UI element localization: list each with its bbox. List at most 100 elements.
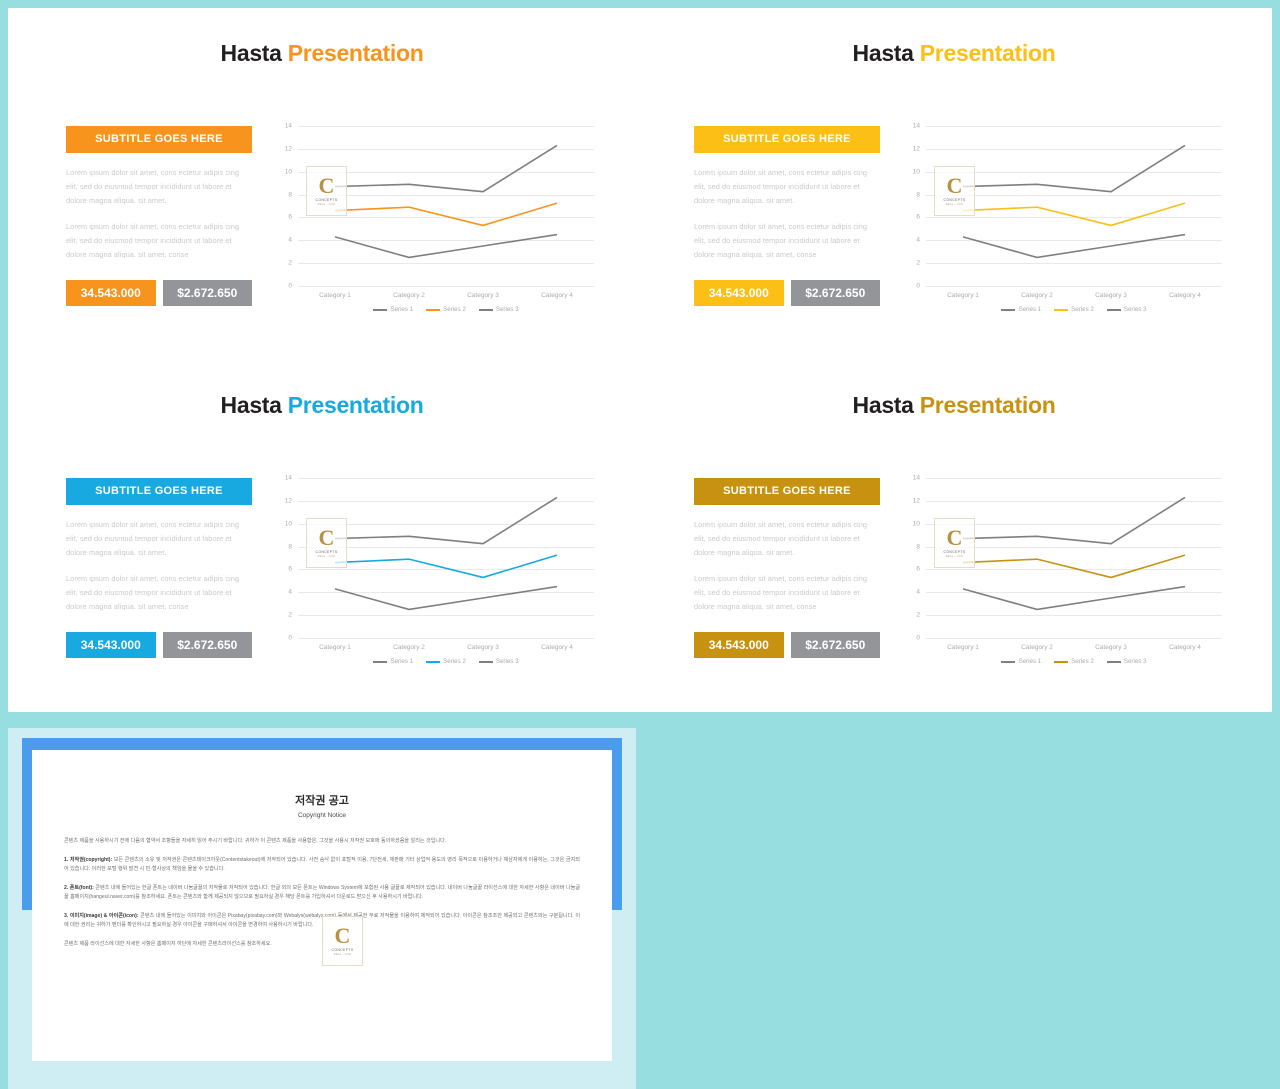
legend-swatch-icon (426, 308, 441, 311)
chart-series-line-2 (962, 554, 1186, 579)
y-axis-tick-label: 8 (288, 543, 292, 551)
title-accent: Presentation (287, 392, 424, 418)
watermark-line-1: CONCEPTS (315, 198, 338, 202)
watermark-line-2: REAL . LIFE (333, 953, 352, 956)
slide-copyright-notice[interactable]: 저작권 공고 Copyright Notice 콘텐츠 제품을 사용하시기 전에… (8, 728, 636, 1089)
chart-series-line-1 (334, 496, 558, 545)
line-chart[interactable]: 0 2 4 6 8 10 12 14 Category 1 Category 2 Category … (270, 472, 600, 672)
legend-item-2[interactable]: Series 2 (426, 306, 466, 313)
copyright-section-1-text: 모든 콘텐츠의 소유 및 저작권은 콘텐츠테이크아웃(Contentstakeo… (64, 856, 580, 873)
legend-item-2[interactable]: Series 2 (426, 658, 466, 665)
left-column: SUBTITLE GOES HERE Lorem ipsum dolor sit… (694, 126, 880, 306)
slide-orange[interactable]: Hasta Presentation SUBTITLE GOES HERE Lo… (8, 8, 636, 360)
badge-secondary[interactable]: $2.672.650 (790, 280, 880, 306)
legend-item-2[interactable]: Series 2 (1054, 306, 1094, 313)
x-axis-tick-label: Category 1 (319, 292, 351, 299)
slide-gold[interactable]: Hasta Presentation SUBTITLE GOES HERE Lo… (636, 360, 1272, 712)
watermark-line-2: REAL . LIFE (317, 555, 336, 558)
chart-legend: Series 1 Series 2 Series 3 (298, 658, 594, 665)
y-axis-tick-label: 14 (284, 122, 292, 130)
badge-primary[interactable]: 34.543.000 (66, 632, 156, 658)
chart-gridline: 0 (916, 635, 1222, 642)
body-paragraph-2: Lorem ipsum dolor sit amet, cons ectetur… (694, 574, 868, 611)
y-axis-tick-label: 6 (916, 565, 920, 573)
legend-item-1[interactable]: Series 1 (373, 658, 413, 665)
legend-item-1[interactable]: Series 1 (1001, 306, 1041, 313)
legend-label: Series 2 (1071, 306, 1094, 313)
legend-item-3[interactable]: Series 3 (478, 306, 519, 313)
body-paragraph-2: Lorem ipsum dolor sit amet, cons ectetur… (66, 222, 240, 259)
title-accent: Presentation (919, 40, 1056, 66)
chart-series-line-1 (962, 496, 1186, 545)
y-axis-tick-label: 0 (288, 282, 292, 290)
line-chart[interactable]: 0 2 4 6 8 10 12 14 Category 1 Category 2 Category … (270, 120, 600, 320)
y-axis-tick-label: 4 (288, 588, 292, 596)
y-axis-tick-label: 10 (284, 168, 292, 176)
x-axis-labels: Category 1 Category 2 Category 3 Category 4 (298, 644, 594, 651)
legend-item-1[interactable]: Series 1 (373, 306, 413, 313)
line-chart[interactable]: 0 2 4 6 8 10 12 14 Category 1 Category 2 Category … (898, 472, 1228, 672)
watermark-logo: C CONCEPTS REAL . LIFE (322, 916, 363, 966)
legend-label: Series 3 (1123, 306, 1147, 313)
badge-secondary[interactable]: $2.672.650 (162, 280, 252, 306)
chart-series-line-2 (962, 202, 1186, 227)
legend-label: Series 2 (443, 306, 466, 313)
watermark-letter: C (946, 173, 963, 198)
badge-primary[interactable]: 34.543.000 (694, 632, 784, 658)
y-axis-tick-label: 4 (288, 236, 292, 244)
subtitle-bar[interactable]: SUBTITLE GOES HERE (66, 126, 252, 153)
page-title: Hasta Presentation (636, 392, 1272, 419)
x-axis-tick-label: Category 3 (1095, 292, 1127, 299)
legend-item-3[interactable]: Series 3 (478, 658, 519, 665)
copyright-section-2-label: 2. 폰트(font): (64, 884, 94, 891)
y-axis-tick-label: 2 (288, 259, 292, 267)
watermark-letter: C (318, 173, 335, 198)
legend-swatch-icon (373, 660, 388, 663)
badge-primary[interactable]: 34.543.000 (66, 280, 156, 306)
watermark-line-2: REAL . LIFE (945, 203, 964, 206)
y-axis-tick-label: 12 (912, 497, 920, 505)
line-chart[interactable]: 0 2 4 6 8 10 12 14 Category 1 Category 2 Category … (898, 120, 1228, 320)
x-axis-tick-label: Category 3 (1095, 644, 1127, 651)
x-axis-tick-label: Category 3 (467, 644, 499, 651)
slide-yellow[interactable]: Hasta Presentation SUBTITLE GOES HERE Lo… (636, 8, 1272, 360)
y-axis-tick-label: 0 (916, 634, 920, 642)
subtitle-bar[interactable]: SUBTITLE GOES HERE (694, 478, 880, 505)
legend-item-3[interactable]: Series 3 (1106, 306, 1147, 313)
badge-secondary[interactable]: $2.672.650 (162, 632, 252, 658)
page-title: Hasta Presentation (8, 40, 636, 67)
legend-item-2[interactable]: Series 2 (1054, 658, 1094, 665)
legend-label: Series 3 (495, 306, 519, 313)
legend-label: Series 1 (1018, 658, 1042, 665)
legend-item-1[interactable]: Series 1 (1001, 658, 1041, 665)
subtitle-bar[interactable]: SUBTITLE GOES HERE (66, 478, 252, 505)
x-axis-tick-label: Category 2 (393, 292, 425, 299)
y-axis-tick-label: 4 (916, 236, 920, 244)
slide-blue[interactable]: Hasta Presentation SUBTITLE GOES HERE Lo… (8, 360, 636, 712)
watermark-logo: C CONCEPTS REAL . LIFE (306, 166, 347, 216)
x-axis-labels: Category 1 Category 2 Category 3 Category 4 (298, 292, 594, 299)
x-axis-tick-label: Category 1 (947, 644, 979, 651)
title-dark: Hasta (220, 392, 282, 418)
y-axis-tick-label: 2 (916, 259, 920, 267)
chart-gridline: 0 (288, 635, 594, 642)
badge-row: 34.543.000 $2.672.650 (66, 632, 252, 658)
badge-secondary[interactable]: $2.672.650 (790, 632, 880, 658)
watermark-line-1: CONCEPTS (943, 550, 966, 554)
legend-label: Series 1 (1018, 306, 1042, 313)
badge-primary[interactable]: 34.543.000 (694, 280, 784, 306)
title-dark: Hasta (852, 392, 914, 418)
chart-series-line-2 (334, 554, 558, 579)
chart-series-line-1 (962, 144, 1186, 193)
x-axis-tick-label: Category 1 (319, 644, 351, 651)
x-axis-tick-label: Category 1 (947, 292, 979, 299)
copyright-section-2-text: 콘텐츠 내에 들어있는 한글 폰트는 네이버 나눔글꼴의 저작물로 저작되어 있… (64, 884, 580, 901)
legend-label: Series 1 (390, 658, 414, 665)
subtitle-bar[interactable]: SUBTITLE GOES HERE (694, 126, 880, 153)
legend-item-3[interactable]: Series 3 (1106, 658, 1147, 665)
y-axis-tick-label: 2 (288, 611, 292, 619)
body-paragraph-2: Lorem ipsum dolor sit amet, cons ectetur… (66, 574, 240, 611)
y-axis-tick-label: 6 (288, 565, 292, 573)
body-paragraph-1: Lorem ipsum dolor sit amet, cons ectetur… (694, 168, 868, 205)
chart-legend: Series 1 Series 2 Series 3 (926, 658, 1222, 665)
